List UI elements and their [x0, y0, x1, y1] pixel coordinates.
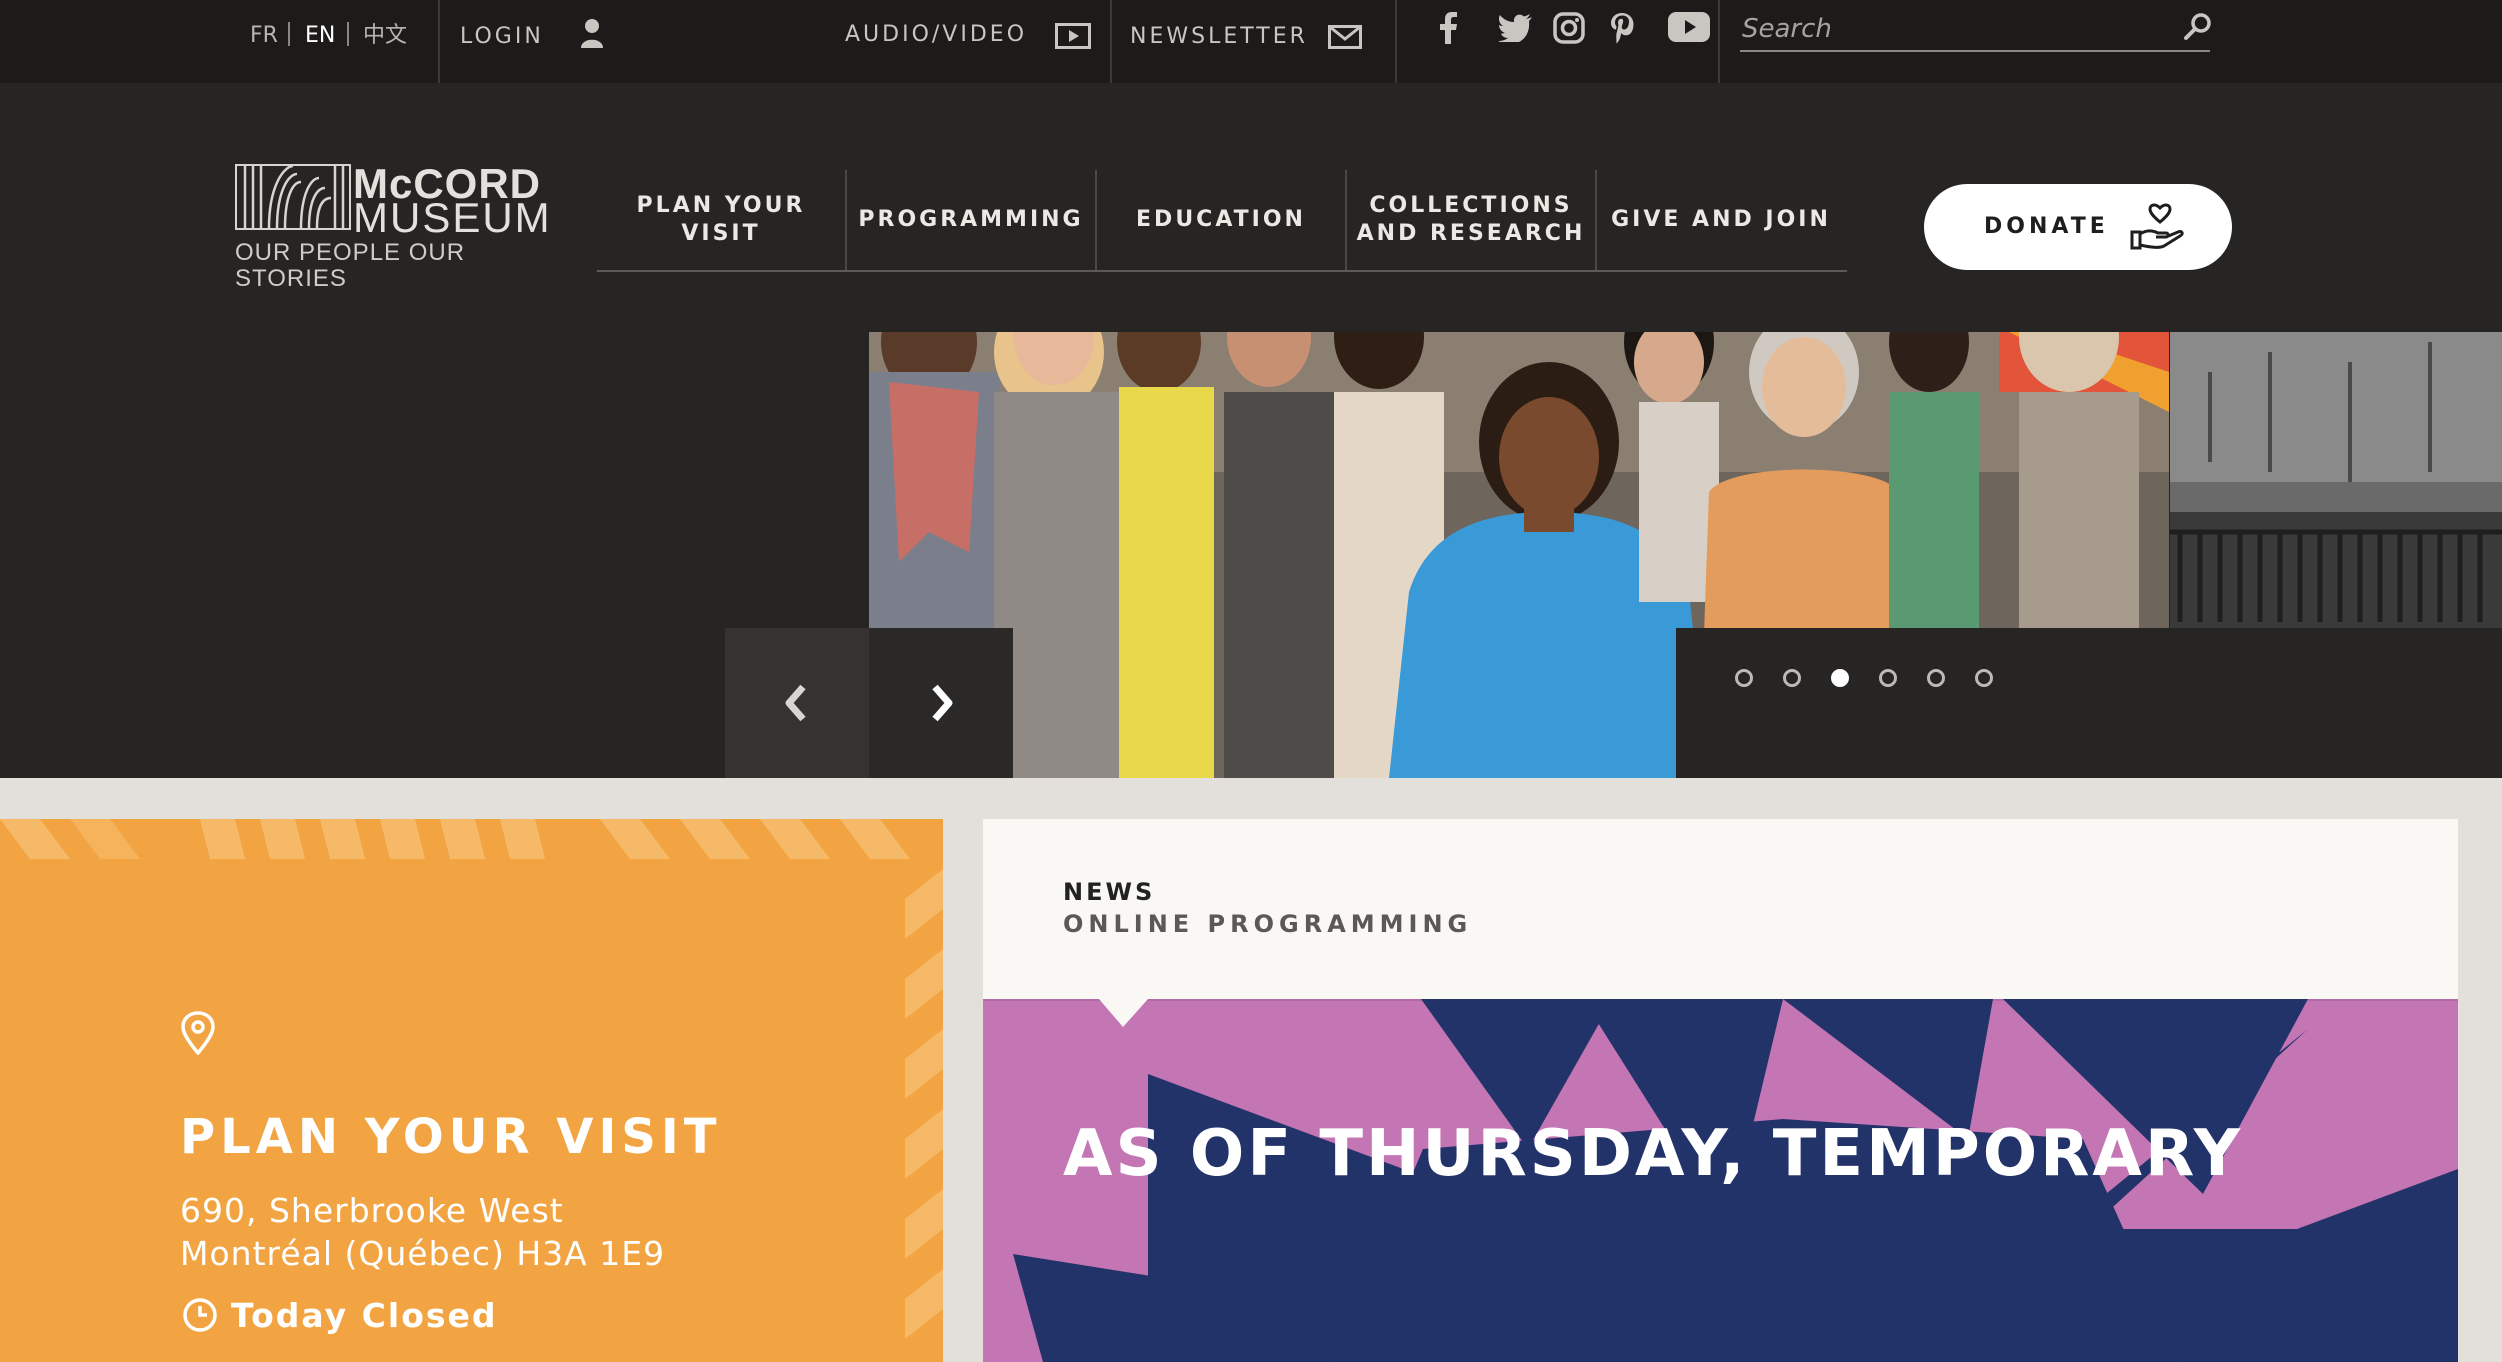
heart-hand-icon [2130, 203, 2184, 250]
clock-icon [183, 1298, 217, 1332]
nav-programming[interactable]: PROGRAMMING [847, 170, 1095, 270]
next-slide-preview-image [2170, 332, 2502, 628]
news-card[interactable]: NEWS ONLINE PROGRAMMING AS OF THURSDAY, … [983, 819, 2458, 1362]
carousel-dot[interactable] [1735, 669, 1753, 687]
carousel-dot[interactable] [1783, 669, 1801, 687]
user-icon[interactable] [580, 18, 604, 48]
news-headline: AS OF THURSDAY, TEMPORARY [1063, 1117, 2244, 1191]
lang-divider [347, 22, 349, 46]
news-kicker: NEWS [1063, 878, 1156, 906]
lang-divider [288, 22, 290, 46]
pinterest-icon[interactable] [1610, 12, 1634, 44]
chevron-right-icon [932, 684, 953, 722]
carousel-dot[interactable] [1879, 669, 1897, 687]
logo-line-2: MUSEUM [353, 194, 552, 241]
news-category: ONLINE PROGRAMMING [1063, 910, 1473, 938]
newsletter-link[interactable]: NEWSLETTER [1130, 22, 1308, 52]
nav-collections-and-research[interactable]: COLLECTIONS AND RESEARCH [1347, 170, 1595, 270]
nav-give-and-join[interactable]: GIVE AND JOIN [1597, 170, 1845, 270]
lang-zh-link[interactable]: 中文 [363, 22, 407, 50]
nav-education[interactable]: EDUCATION [1097, 170, 1345, 270]
visit-address-line-2: Montréal (Québec) H3A 1E9 [180, 1234, 666, 1273]
carousel-dots [1676, 628, 2502, 778]
map-pin-icon [181, 1011, 215, 1055]
search-input[interactable] [1742, 12, 2182, 46]
divider [1110, 0, 1112, 83]
donate-label: DONATE [1984, 214, 2109, 239]
donate-button[interactable]: DONATE [1924, 184, 2232, 270]
carousel-next-button[interactable] [869, 628, 1013, 778]
visit-hours: Today Closed [231, 1296, 498, 1335]
divider [438, 0, 440, 83]
divider [1395, 0, 1397, 83]
audio-video-link[interactable]: AUDIO/VIDEO [845, 20, 1027, 50]
visit-address-line-1: 690, Sherbrooke West [180, 1191, 564, 1230]
lang-fr-link[interactable]: FR [250, 22, 278, 50]
site-logo[interactable]: McCORD MUSEUM OUR PEOPLE OUR STORIES [235, 160, 565, 292]
plan-your-visit-card[interactable]: PLAN YOUR VISIT 690, Sherbrooke West Mon… [0, 819, 943, 1362]
carousel-dot[interactable] [1927, 669, 1945, 687]
carousel-prev-button[interactable] [725, 628, 869, 778]
main-nav: PLAN YOUR VISIT PROGRAMMING EDUCATION CO… [597, 170, 1847, 272]
search-underline [1740, 50, 2210, 52]
instagram-icon[interactable] [1553, 12, 1585, 44]
divider [1718, 0, 1720, 83]
carousel-dot-active[interactable] [1831, 669, 1849, 687]
mail-icon[interactable] [1328, 25, 1362, 49]
logo-mark-icon [235, 164, 351, 230]
youtube-icon[interactable] [1668, 12, 1710, 42]
utility-bar: FR EN 中文 LOGIN AUDIO/VIDEO NEWSLETTER [0, 0, 2502, 83]
logo-tagline: OUR PEOPLE OUR STORIES [235, 239, 466, 292]
chevron-left-icon [785, 684, 806, 722]
visit-title: PLAN YOUR VISIT [180, 1109, 722, 1165]
card-stripe-border [0, 819, 943, 1339]
video-play-icon[interactable] [1055, 23, 1091, 49]
facebook-icon[interactable] [1438, 12, 1458, 44]
login-link[interactable]: LOGIN [460, 22, 544, 52]
nav-plan-your-visit[interactable]: PLAN YOUR VISIT [597, 170, 845, 270]
search-icon[interactable] [2183, 12, 2213, 42]
twitter-icon[interactable] [1498, 14, 1532, 42]
lang-en-link[interactable]: EN [305, 22, 335, 50]
carousel-dot[interactable] [1975, 669, 1993, 687]
